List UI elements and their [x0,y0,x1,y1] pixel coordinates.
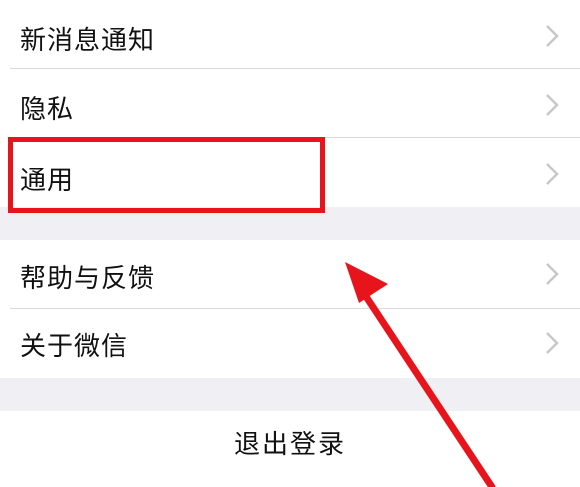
arrow-up-left-icon [345,262,496,487]
settings-screen: 新消息通知 隐私 通用 帮助与反馈 关于微信 退出登录 [0,0,580,487]
